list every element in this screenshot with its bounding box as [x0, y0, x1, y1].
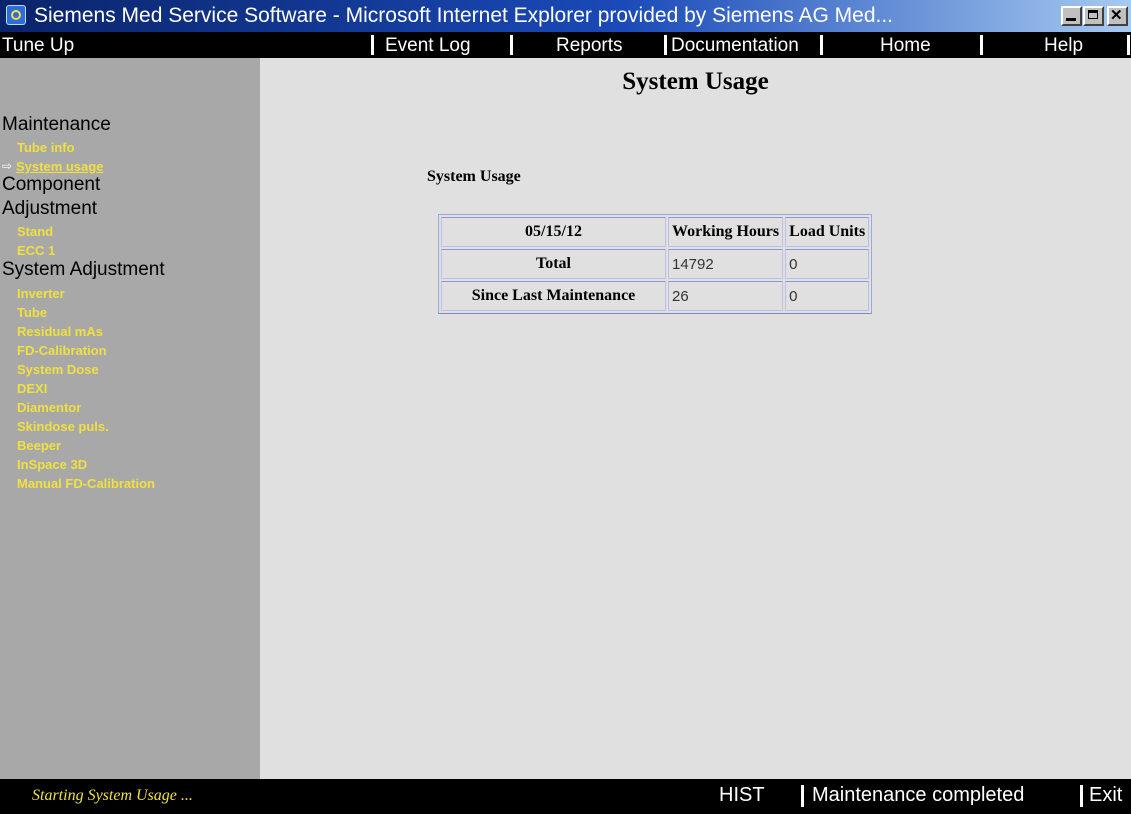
menu-reports[interactable]: Reports — [556, 35, 623, 57]
header-load-units: Load Units — [785, 217, 870, 247]
status-separator — [1080, 785, 1083, 807]
sidebar-item-fd-calibration[interactable]: FD-Calibration — [17, 343, 107, 358]
menu-separator — [664, 35, 667, 55]
internet-explorer-icon — [6, 5, 26, 25]
header-date: 05/15/12 — [441, 217, 666, 247]
main-content: System Usage System Usage 05/15/12 Worki… — [260, 58, 1131, 779]
sidebar-item-skindose-puls[interactable]: Skindose puls. — [17, 419, 109, 434]
menu-separator — [1127, 35, 1130, 55]
menu-separator — [980, 35, 983, 55]
menu-separator — [371, 35, 374, 55]
row-label: Total — [441, 249, 666, 279]
page-title: System Usage — [622, 68, 769, 95]
sidebar-heading-component: Component — [2, 174, 101, 195]
table-row: Since Last Maintenance 26 0 — [441, 281, 870, 311]
sidebar-item-system-usage[interactable]: System usage — [16, 159, 103, 174]
sidebar-item-ecc-1[interactable]: ECC 1 — [17, 243, 55, 258]
table-row: Total 14792 0 — [441, 249, 870, 279]
menu-separator — [510, 35, 513, 55]
working-hours-value: 14792 — [668, 249, 784, 279]
sidebar-heading-maintenance: Maintenance — [2, 114, 111, 135]
sidebar-item-manual-fd-calibration[interactable]: Manual FD-Calibration — [17, 476, 155, 491]
exit-button[interactable]: Exit — [1089, 784, 1122, 807]
working-hours-value: 26 — [668, 281, 784, 311]
sidebar-heading-adjustment: Adjustment — [2, 198, 98, 219]
menu-event-log[interactable]: Event Log — [385, 35, 471, 57]
minimize-button[interactable] — [1061, 6, 1082, 26]
menu-documentation[interactable]: Documentation — [671, 35, 799, 57]
menu-home[interactable]: Home — [880, 35, 931, 57]
header-working-hours: Working Hours — [668, 217, 784, 247]
menu-help[interactable]: Help — [1044, 35, 1083, 57]
status-bar: Starting System Usage ... HIST Maintenan… — [0, 779, 1131, 814]
sidebar-heading-system-adjustment: System Adjustment — [2, 259, 165, 280]
close-button[interactable] — [1107, 6, 1128, 26]
window-title: Siemens Med Service Software - Microsoft… — [34, 4, 894, 27]
maximize-button[interactable] — [1083, 6, 1104, 26]
load-units-value: 0 — [785, 281, 870, 311]
sidebar-item-system-dose[interactable]: System Dose — [17, 362, 99, 377]
sidebar-item-inspace-3d[interactable]: InSpace 3D — [17, 457, 87, 472]
status-message: Starting System Usage ... — [32, 787, 193, 804]
maintenance-completed-button[interactable]: Maintenance completed — [812, 784, 1024, 807]
hist-button[interactable]: HIST — [719, 784, 765, 807]
sidebar: Maintenance Tube info ⇨ System usage Com… — [0, 91, 260, 779]
sidebar-top — [0, 58, 260, 91]
sidebar-item-residual-mas[interactable]: Residual mAs — [17, 324, 103, 339]
menu-bar: Tune Up Event Log Reports Documentation … — [0, 32, 1131, 58]
current-arrow-icon: ⇨ — [2, 159, 13, 173]
sidebar-item-tube[interactable]: Tube — [17, 305, 47, 320]
sidebar-item-beeper[interactable]: Beeper — [17, 438, 61, 453]
title-bar: Siemens Med Service Software - Microsoft… — [0, 0, 1131, 32]
system-usage-table: 05/15/12 Working Hours Load Units Total … — [438, 214, 873, 314]
sidebar-item-dexi[interactable]: DEXI — [17, 381, 47, 396]
sidebar-item-stand[interactable]: Stand — [17, 224, 53, 239]
browser-window: Siemens Med Service Software - Microsoft… — [0, 0, 1131, 814]
status-separator — [801, 785, 804, 807]
menu-separator — [820, 35, 823, 55]
sidebar-item-tube-info[interactable]: Tube info — [17, 140, 75, 155]
load-units-value: 0 — [785, 249, 870, 279]
row-label: Since Last Maintenance — [441, 281, 666, 311]
menu-tune-up[interactable]: Tune Up — [2, 35, 74, 57]
table-header-row: 05/15/12 Working Hours Load Units — [441, 217, 870, 247]
sidebar-item-inverter[interactable]: Inverter — [17, 286, 65, 301]
section-label: System Usage — [427, 168, 521, 185]
sidebar-item-diamentor[interactable]: Diamentor — [17, 400, 81, 415]
